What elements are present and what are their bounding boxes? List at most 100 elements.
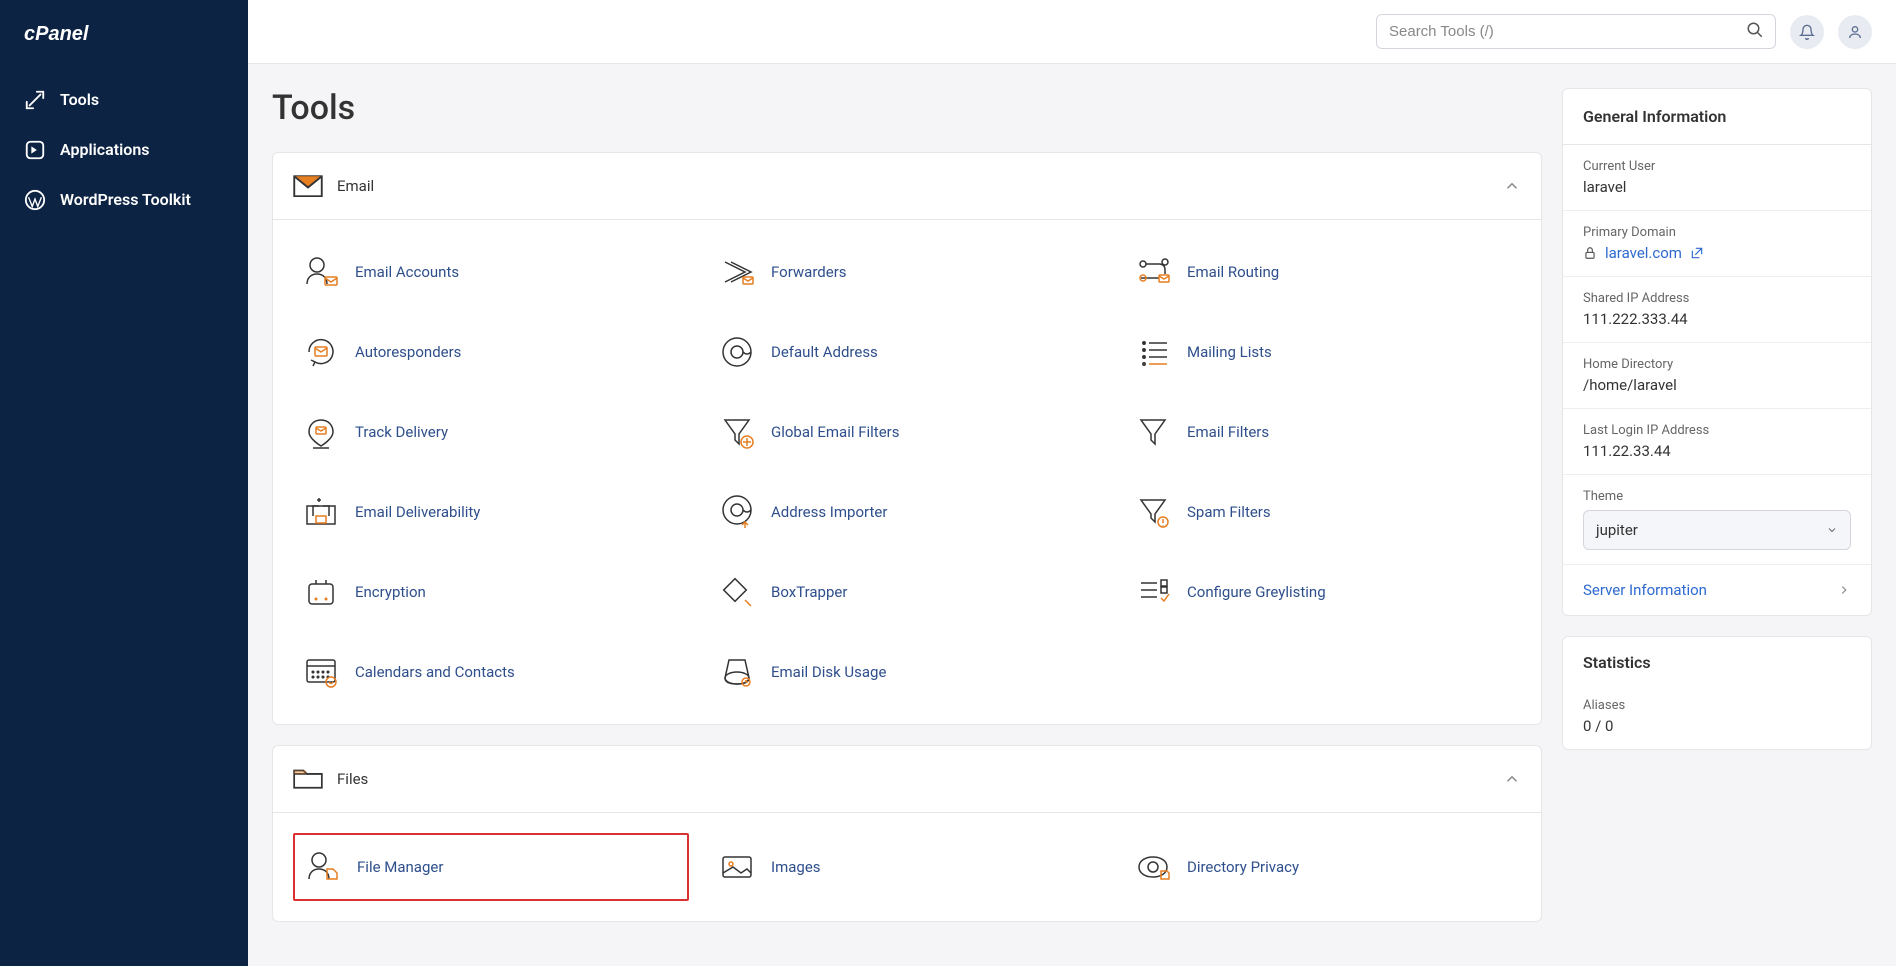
nav-tools[interactable]: Tools — [0, 75, 248, 125]
track-delivery-icon — [301, 412, 341, 452]
default-address-icon — [717, 332, 757, 372]
search-icon[interactable] — [1746, 21, 1764, 43]
chevron-up-icon[interactable] — [1503, 177, 1521, 195]
encryption-icon — [301, 572, 341, 612]
tool-global-email-filters[interactable]: Global Email Filters — [709, 400, 1105, 464]
tool-calendars-contacts[interactable]: Calendars and Contacts — [293, 640, 689, 704]
cpanel-logo[interactable]: cPanel — [0, 20, 248, 75]
tool-email-deliverability[interactable]: Email Deliverability — [293, 480, 689, 544]
tool-label: Default Address — [771, 343, 878, 361]
greylisting-icon — [1133, 572, 1173, 612]
primary-domain-value[interactable]: laravel.com — [1583, 244, 1851, 262]
tool-images[interactable]: Images — [709, 833, 1105, 901]
tool-label: Email Accounts — [355, 263, 459, 281]
tool-file-manager[interactable]: File Manager — [293, 833, 689, 901]
tool-configure-greylisting[interactable]: Configure Greylisting — [1125, 560, 1521, 624]
tool-email-disk-usage[interactable]: Email Disk Usage — [709, 640, 1105, 704]
tool-label: Address Importer — [771, 503, 887, 521]
tool-label: Email Deliverability — [355, 503, 480, 521]
boxtrapper-icon — [717, 572, 757, 612]
search-input[interactable] — [1376, 14, 1776, 49]
tool-label: Spam Filters — [1187, 503, 1271, 521]
files-card-header[interactable]: Files — [273, 746, 1541, 813]
home-dir-value: /home/laravel — [1583, 376, 1851, 394]
nav-wordpress[interactable]: WordPress Toolkit — [0, 175, 248, 225]
tool-address-importer[interactable]: Address Importer — [709, 480, 1105, 544]
chevron-down-icon — [1826, 524, 1838, 536]
tool-autoresponders[interactable]: Autoresponders — [293, 320, 689, 384]
directory-privacy-icon — [1133, 847, 1173, 887]
page-title: Tools — [272, 88, 1542, 128]
tool-label: Mailing Lists — [1187, 343, 1272, 361]
tools-icon — [24, 89, 46, 111]
autoresponders-icon — [301, 332, 341, 372]
aliases-value: 0 / 0 — [1583, 717, 1851, 735]
tool-label: BoxTrapper — [771, 583, 847, 601]
current-user-value: laravel — [1583, 178, 1851, 196]
email-accounts-icon — [301, 252, 341, 292]
aliases-label: Aliases — [1583, 698, 1851, 713]
tool-label: Track Delivery — [355, 423, 448, 441]
tool-label: File Manager — [357, 858, 443, 876]
tool-default-address[interactable]: Default Address — [709, 320, 1105, 384]
tool-email-filters[interactable]: Email Filters — [1125, 400, 1521, 464]
calendars-icon — [301, 652, 341, 692]
tool-label: Calendars and Contacts — [355, 663, 515, 681]
spam-filters-icon — [1133, 492, 1173, 532]
apps-icon — [24, 139, 46, 161]
home-dir-label: Home Directory — [1583, 357, 1851, 372]
email-header-title: Email — [337, 177, 1489, 195]
address-importer-icon — [717, 492, 757, 532]
tool-email-accounts[interactable]: Email Accounts — [293, 240, 689, 304]
email-card-header[interactable]: Email — [273, 153, 1541, 220]
wordpress-icon — [24, 189, 46, 211]
chevron-up-icon[interactable] — [1503, 770, 1521, 788]
topbar — [248, 0, 1896, 64]
email-card: Email Email Accounts Forwarders — [272, 152, 1542, 725]
sidebar: cPanel Tools Applications WordPress Tool… — [0, 0, 248, 966]
nav-applications[interactable]: Applications — [0, 125, 248, 175]
email-routing-icon — [1133, 252, 1173, 292]
statistics-card: Statistics Aliases 0 / 0 — [1562, 636, 1872, 750]
tool-label: Autoresponders — [355, 343, 461, 361]
tool-label: Encryption — [355, 583, 426, 601]
tool-label: Email Routing — [1187, 263, 1279, 281]
tool-label: Configure Greylisting — [1187, 583, 1326, 601]
lock-icon — [1583, 246, 1597, 260]
general-info-title: General Information — [1583, 107, 1851, 126]
tool-spam-filters[interactable]: Spam Filters — [1125, 480, 1521, 544]
theme-select[interactable]: jupiter — [1583, 510, 1851, 550]
email-filters-icon — [1133, 412, 1173, 452]
tool-label: Global Email Filters — [771, 423, 900, 441]
user-icon — [1847, 24, 1863, 40]
search-wrap — [1376, 14, 1776, 49]
svg-text:cPanel: cPanel — [24, 23, 89, 45]
files-card: Files File Manager Images — [272, 745, 1542, 922]
tool-email-routing[interactable]: Email Routing — [1125, 240, 1521, 304]
shared-ip-value: 111.222.333.44 — [1583, 310, 1851, 328]
file-manager-icon — [303, 847, 343, 887]
bell-icon — [1799, 24, 1815, 40]
tool-track-delivery[interactable]: Track Delivery — [293, 400, 689, 464]
notifications-button[interactable] — [1790, 15, 1824, 49]
global-filters-icon — [717, 412, 757, 452]
last-login-label: Last Login IP Address — [1583, 423, 1851, 438]
tool-mailing-lists[interactable]: Mailing Lists — [1125, 320, 1521, 384]
tool-directory-privacy[interactable]: Directory Privacy — [1125, 833, 1521, 901]
theme-label: Theme — [1583, 489, 1851, 504]
tool-forwarders[interactable]: Forwarders — [709, 240, 1105, 304]
tool-label: Images — [771, 858, 821, 876]
forwarders-icon — [717, 252, 757, 292]
chevron-right-icon — [1837, 583, 1851, 597]
nav-wordpress-label: WordPress Toolkit — [60, 190, 191, 209]
tool-encryption[interactable]: Encryption — [293, 560, 689, 624]
images-icon — [717, 847, 757, 887]
external-link-icon — [1690, 246, 1704, 260]
tool-label: Forwarders — [771, 263, 847, 281]
last-login-value: 111.22.33.44 — [1583, 442, 1851, 460]
server-info-link[interactable]: Server Information — [1563, 565, 1871, 615]
user-button[interactable] — [1838, 15, 1872, 49]
folder-icon — [293, 764, 323, 794]
tool-boxtrapper[interactable]: BoxTrapper — [709, 560, 1105, 624]
mailing-lists-icon — [1133, 332, 1173, 372]
